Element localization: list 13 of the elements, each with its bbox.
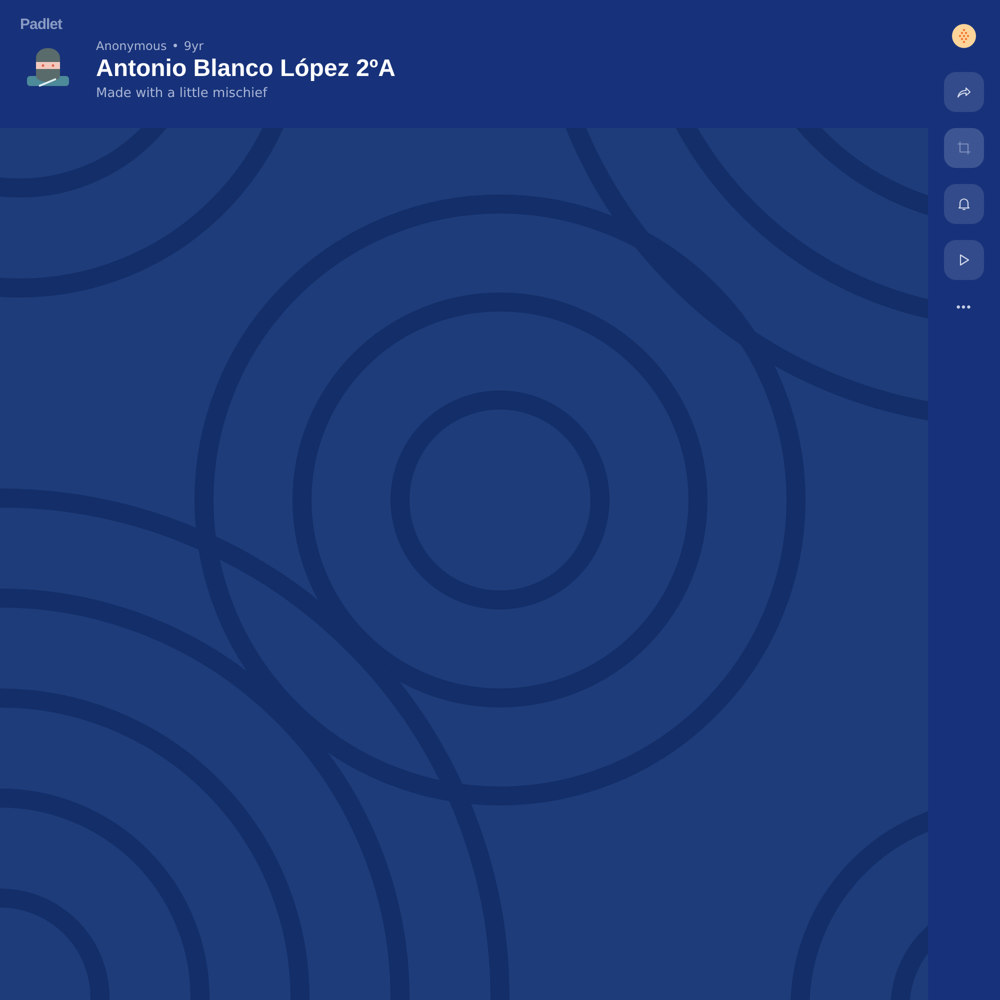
separator-dot: • [172, 39, 179, 53]
author-name: Anonymous [96, 39, 167, 53]
more-options-button[interactable]: ••• [952, 296, 976, 318]
slideshow-button[interactable] [944, 240, 984, 280]
padlet-logo[interactable]: Padlet [20, 16, 62, 33]
share-button[interactable] [944, 72, 984, 112]
crop-icon [956, 140, 972, 156]
wall-description: Made with a little mischief [96, 86, 268, 101]
bell-icon [956, 196, 972, 212]
user-avatar-icon[interactable] [952, 24, 976, 48]
wall-title: Antonio Blanco López 2ºA [96, 55, 396, 83]
notifications-button[interactable] [944, 184, 984, 224]
post-age: 9yr [184, 39, 204, 53]
